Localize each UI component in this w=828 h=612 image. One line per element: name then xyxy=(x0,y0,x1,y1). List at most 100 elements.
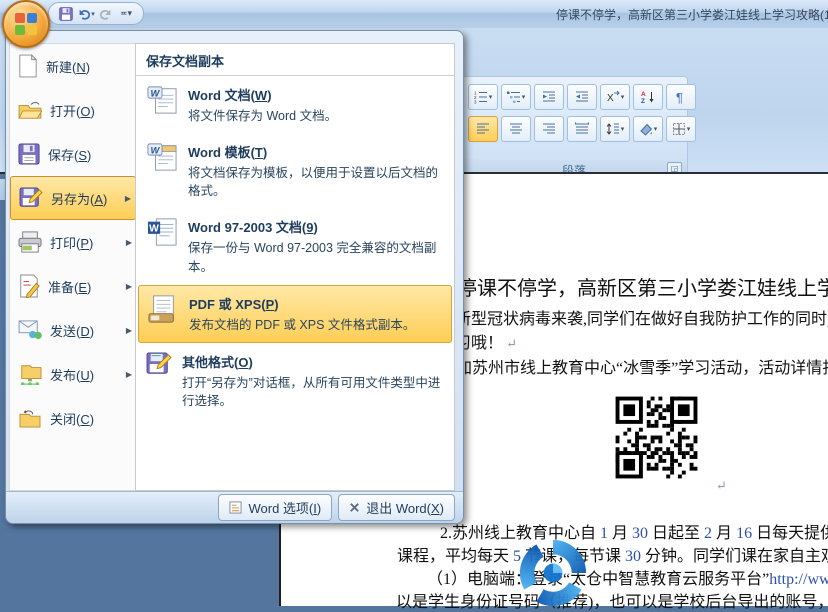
sort-button[interactable]: AZ xyxy=(633,84,663,110)
submenu-header: 保存文档副本 xyxy=(136,44,454,76)
svg-text:W: W xyxy=(149,224,159,235)
word-options-button[interactable]: Word 选项(I) xyxy=(218,494,332,521)
dropdown-arrow-icon: ▾ xyxy=(654,125,658,133)
doc-text-line: 课程，平均每天 5 节课，每节课 30 分钟。同学们课在家自主观看。登 xyxy=(397,542,828,566)
doc-text-line: 习哦！ ↵ xyxy=(455,329,517,353)
customize-qat-button[interactable]: ≖▾ xyxy=(117,5,135,23)
save-as-option-pdf-xps[interactable]: PDF 或 XPS(P)发布文档的 PDF 或 XPS 文件格式副本。 xyxy=(138,285,452,343)
pdf-xps-icon xyxy=(147,294,179,324)
option-description: 发布文档的 PDF 或 XPS 文件格式副本。 xyxy=(189,316,443,334)
option-title: Word 模板(T) xyxy=(188,142,444,161)
asian-layout-button[interactable]: X▾ xyxy=(600,84,630,110)
show-hide-marks-button[interactable]: ¶ xyxy=(666,84,696,110)
office-menu-item-save[interactable]: 保存(S) xyxy=(10,132,136,176)
line-spacing-button[interactable]: ▾ xyxy=(600,116,630,142)
sort-icon: AZ xyxy=(641,90,655,104)
save-as-icon xyxy=(19,187,43,209)
menu-item-label: 打开(O) xyxy=(50,101,132,120)
office-menu-item-publish[interactable]: 发布(U)▶ xyxy=(10,352,136,396)
multilevel-list-icon xyxy=(507,90,521,104)
menu-item-label: 发送(D) xyxy=(50,321,118,340)
menu-item-label: 打印(P) xyxy=(50,233,118,252)
menu-item-label: 关闭(C) xyxy=(50,409,132,428)
svg-text:X: X xyxy=(607,93,614,104)
numbered-list-icon: 123 xyxy=(474,90,488,104)
option-description: 将文件保存为 Word 文档。 xyxy=(188,107,444,125)
submenu-arrow-icon: ▶ xyxy=(126,238,132,247)
align-center-button[interactable] xyxy=(501,116,531,142)
doc-heading: 停课不停学，高新区第三小学娄江娃线上学 xyxy=(457,272,828,301)
office-menu-left-column: 新建(N)打开(O)保存(S)另存为(A)▶打印(P)▶准备(E)▶发送(D)▶… xyxy=(9,43,137,491)
window-title: 停课不停学，高新区第三小学娄江娃线上学习攻略(1).docx - Micr xyxy=(556,6,828,23)
dropdown-arrow-icon: ▾ xyxy=(522,93,526,101)
svg-text:W: W xyxy=(151,88,161,98)
shading-icon xyxy=(639,122,653,136)
save-as-option-word-template[interactable]: W Word 模板(T) 将文档保存为模板，以便用于设置以后文档的格式。 xyxy=(138,134,452,208)
svg-text:¶: ¶ xyxy=(676,90,683,104)
doc-text-line: 新型冠状病毒来袭,同学们在做好自我防护工作的同时,可以 xyxy=(455,305,828,329)
office-menu-item-new[interactable]: 新建(N) xyxy=(10,44,136,88)
option-title: Word 文档(W) xyxy=(188,85,444,104)
title-bar: ▾ ≖▾ 停课不停学，高新区第三小学娄江娃线上学习攻略(1).docx - Mi… xyxy=(0,0,828,29)
submenu-items: W Word 文档(W) 将文件保存为 Word 文档。 W Word 模板(T) 将文档… xyxy=(136,77,454,418)
menu-item-label: 新建(N) xyxy=(46,57,132,76)
menu-item-label: 另存为(A) xyxy=(51,189,117,208)
office-logo-icon xyxy=(13,11,39,37)
save-as-option-other-formats[interactable]: 其他格式(O) 打开“另存为”对话框，从所有可用文件类型中进行选择。 xyxy=(138,344,452,418)
doc-text-line: （1）电脑端：登录“太仓中智慧教育云服务平台”http://www. xyxy=(427,565,828,589)
dropdown-arrow-icon: ▾ xyxy=(91,10,95,18)
office-menu: 新建(N)打开(O)保存(S)另存为(A)▶打印(P)▶准备(E)▶发送(D)▶… xyxy=(5,30,464,524)
save-as-option-word-document[interactable]: W Word 文档(W) 将文件保存为 Word 文档。 xyxy=(138,77,452,133)
increase-indent-button[interactable] xyxy=(567,84,597,110)
redo-button[interactable] xyxy=(97,5,115,23)
option-text: 其他格式(O) 打开“另存为”对话框，从所有可用文件类型中进行选择。 xyxy=(182,352,444,410)
office-menu-item-send[interactable]: 发送(D)▶ xyxy=(10,308,136,352)
shading-button[interactable]: ▾ xyxy=(633,116,663,142)
print-icon xyxy=(18,231,42,253)
submenu-arrow-icon: ▶ xyxy=(126,370,132,379)
borders-button[interactable]: ▾ xyxy=(666,116,696,142)
svg-text:A: A xyxy=(641,91,646,98)
office-menu-item-print[interactable]: 打印(P) ▶ xyxy=(10,220,136,264)
save-as-option-word-97-2003[interactable]: W Word 97-2003 文档(9) 保存一份与 Word 97-2003 完全… xyxy=(138,209,452,283)
option-title: Word 97-2003 文档(9) xyxy=(188,217,444,236)
office-button[interactable] xyxy=(2,0,50,48)
pilcrow-mark: ↵ xyxy=(716,478,727,494)
word-options-icon xyxy=(229,501,242,514)
svg-text:Z: Z xyxy=(641,98,645,104)
show-hide-marks-icon: ¶ xyxy=(674,90,688,104)
option-description: 将文档保存为模板，以便用于设置以后文档的格式。 xyxy=(188,164,444,200)
distribute-button[interactable] xyxy=(567,116,597,142)
option-description: 打开“另存为”对话框，从所有可用文件类型中进行选择。 xyxy=(182,374,444,410)
redo-icon xyxy=(99,7,113,21)
paragraph-buttons-row-1: 123▾▾X▾AZ¶ xyxy=(468,84,696,110)
office-menu-item-close[interactable]: 关闭(C) xyxy=(10,396,136,440)
align-right-icon xyxy=(542,122,556,136)
asian-layout-icon: X xyxy=(606,90,620,104)
office-menu-item-save-as[interactable]: 另存为(A)▶ xyxy=(10,176,136,220)
align-right-button[interactable] xyxy=(534,116,564,142)
exit-word-button[interactable]: 退出 Word(X) xyxy=(338,494,455,521)
save-button[interactable] xyxy=(57,5,75,23)
office-menu-item-prepare[interactable]: 准备(E)▶ xyxy=(10,264,136,308)
qr-code-image xyxy=(600,381,713,494)
doc-text-line: 以是学生身份证号码（推荐)，也可以是学校后台导出的账号，原始密码 xyxy=(396,588,828,612)
paragraph-group: 123▾▾X▾AZ¶ ▾▾▾ 段落 ◲ xyxy=(460,76,688,182)
office-menu-item-open[interactable]: 打开(O) xyxy=(10,88,136,132)
dropdown-arrow-icon: ▾ xyxy=(489,93,493,101)
align-left-button[interactable] xyxy=(468,116,498,142)
option-title: 其他格式(O) xyxy=(182,352,444,371)
word-97-2003-icon: W xyxy=(146,217,178,247)
option-description: 保存一份与 Word 97-2003 完全兼容的文档副本。 xyxy=(188,239,444,275)
menu-item-label: 保存(S) xyxy=(48,145,132,164)
svg-text:3: 3 xyxy=(474,100,477,105)
multilevel-list-button[interactable]: ▾ xyxy=(501,84,531,110)
undo-button[interactable]: ▾ xyxy=(77,5,95,23)
new-document-icon xyxy=(18,54,38,78)
submenu-arrow-icon: ▶ xyxy=(126,282,132,291)
save-as-submenu: 保存文档副本 W Word 文档(W) 将文件保存为 Word 文档。 W Word 模… xyxy=(135,43,455,491)
decrease-indent-button[interactable] xyxy=(534,84,564,110)
numbered-list-button[interactable]: 123▾ xyxy=(468,84,498,110)
svg-text:W: W xyxy=(151,145,161,155)
borders-icon xyxy=(672,122,686,136)
